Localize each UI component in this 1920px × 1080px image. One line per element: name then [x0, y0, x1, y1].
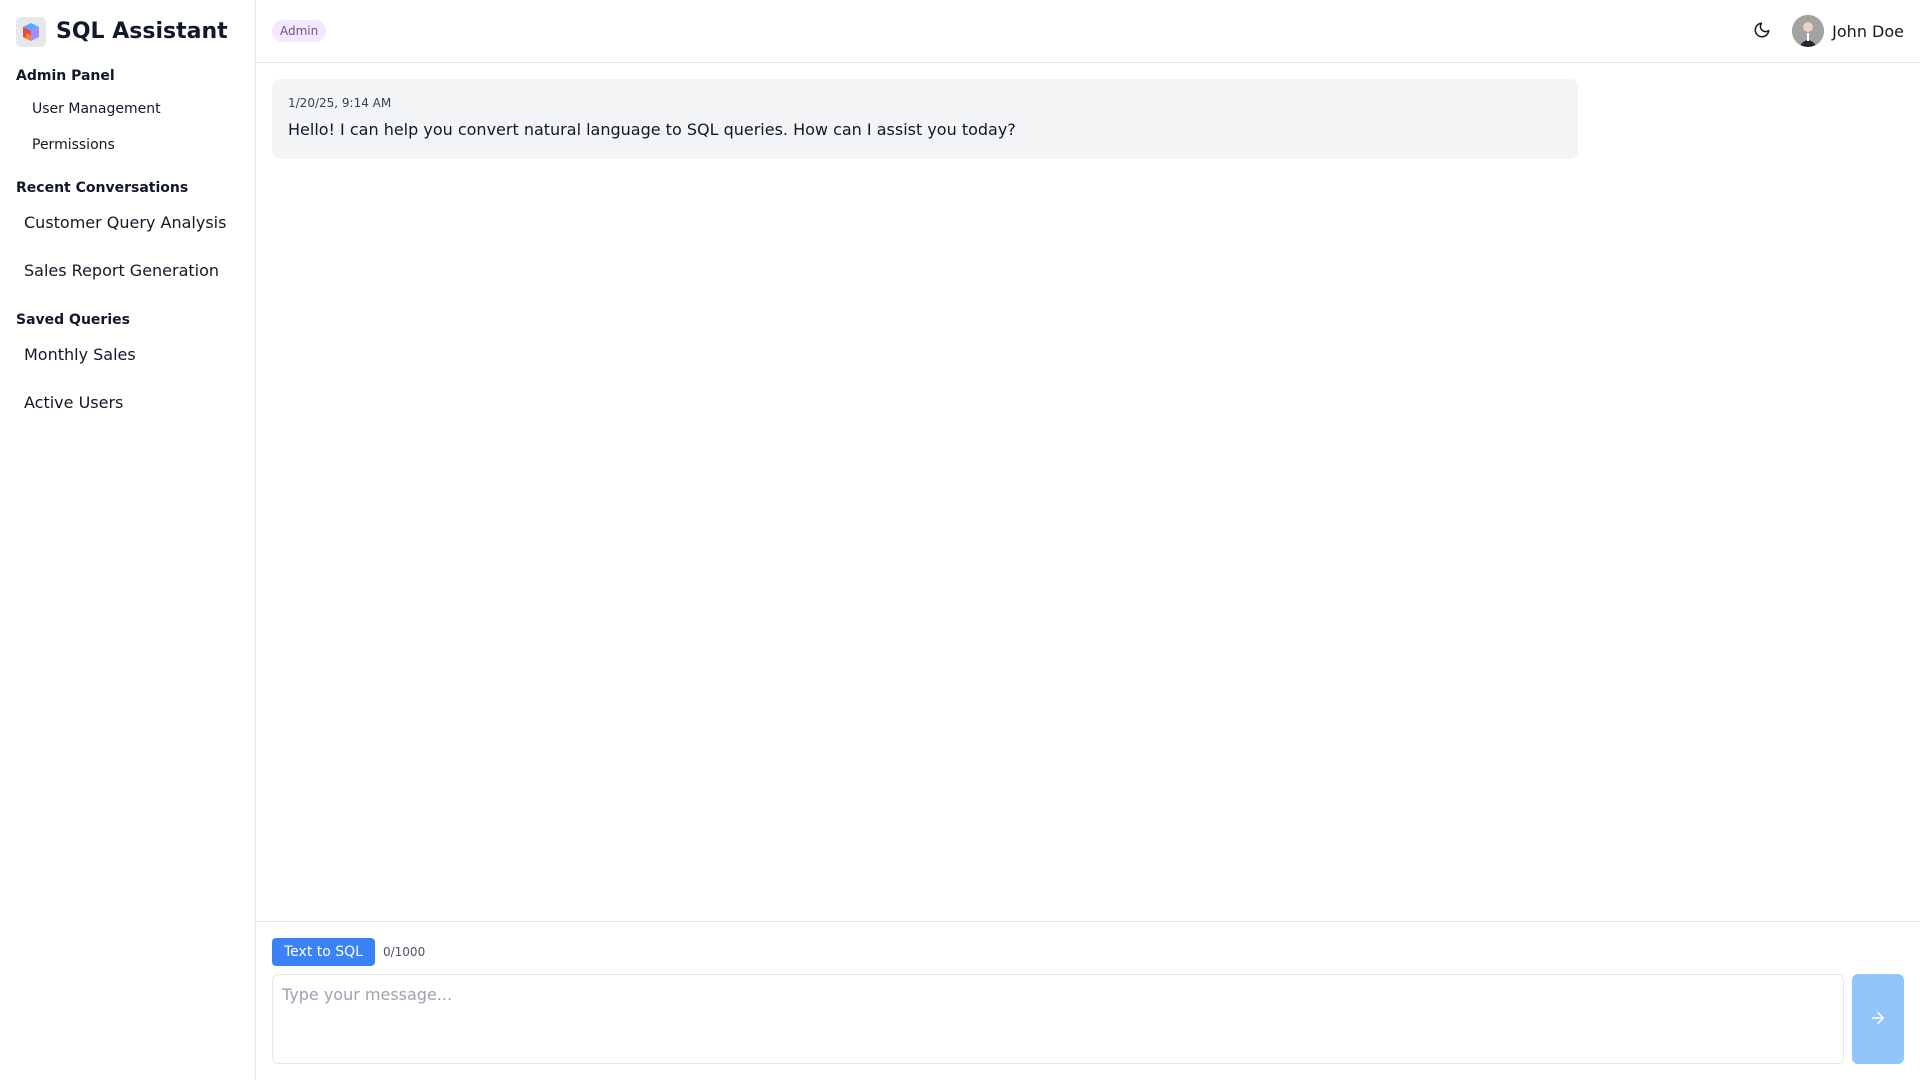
saved-query-item[interactable]: Monthly Sales — [0, 331, 255, 379]
arrow-right-icon — [1869, 1009, 1887, 1030]
moon-icon — [1753, 21, 1771, 42]
admin-panel-heading: Admin Panel — [16, 68, 115, 84]
top-bar: Admin John Doe — [256, 0, 1920, 63]
brand[interactable]: SQL Assistant — [0, 0, 255, 63]
app-root: SQL Assistant Admin Panel User Managemen… — [0, 0, 1920, 1080]
text-to-sql-mode-button[interactable]: Text to SQL — [272, 938, 375, 966]
conversation-item[interactable]: Customer Query Analysis — [0, 199, 255, 247]
sidebar-item-user-management[interactable]: User Management — [0, 91, 255, 127]
avatar — [1792, 15, 1825, 47]
admin-panel-list: User Management Permissions — [0, 91, 255, 163]
recent-conversations-list: Customer Query Analysis Sales Report Gen… — [0, 199, 255, 295]
composer: Text to SQL 0/1000 — [256, 921, 1920, 1080]
message-timestamp: 1/20/25, 9:14 AM — [288, 96, 392, 110]
message-text: Hello! I can help you convert natural la… — [288, 120, 1016, 139]
sidebar: SQL Assistant Admin Panel User Managemen… — [0, 0, 256, 1080]
saved-queries-list: Monthly Sales Active Users — [0, 331, 255, 427]
topbar-actions: John Doe — [1746, 15, 1904, 47]
composer-toolbar: Text to SQL 0/1000 — [272, 938, 1904, 966]
user-menu[interactable]: John Doe — [1792, 15, 1904, 47]
character-counter: 0/1000 — [382, 945, 426, 959]
app-title: SQL Assistant — [56, 19, 228, 44]
recent-conversations-heading: Recent Conversations — [16, 180, 189, 196]
send-button[interactable] — [1852, 974, 1904, 1064]
main-panel: Admin John Doe 1/20/25, 9:14 AM Hello! I… — [256, 0, 1920, 1080]
role-badge: Admin — [272, 20, 327, 42]
theme-toggle-button[interactable] — [1746, 15, 1778, 47]
database-cube-icon — [16, 16, 46, 47]
saved-queries-heading: Saved Queries — [16, 312, 130, 328]
sidebar-item-permissions[interactable]: Permissions — [0, 127, 255, 163]
conversation-item[interactable]: Sales Report Generation — [0, 247, 255, 295]
composer-input-row — [272, 974, 1904, 1064]
user-name: John Doe — [1832, 21, 1904, 41]
saved-query-item[interactable]: Active Users — [0, 379, 255, 427]
message-list: 1/20/25, 9:14 AM Hello! I can help you c… — [256, 63, 1920, 921]
assistant-message: 1/20/25, 9:14 AM Hello! I can help you c… — [272, 79, 1578, 159]
message-input[interactable] — [272, 974, 1844, 1064]
